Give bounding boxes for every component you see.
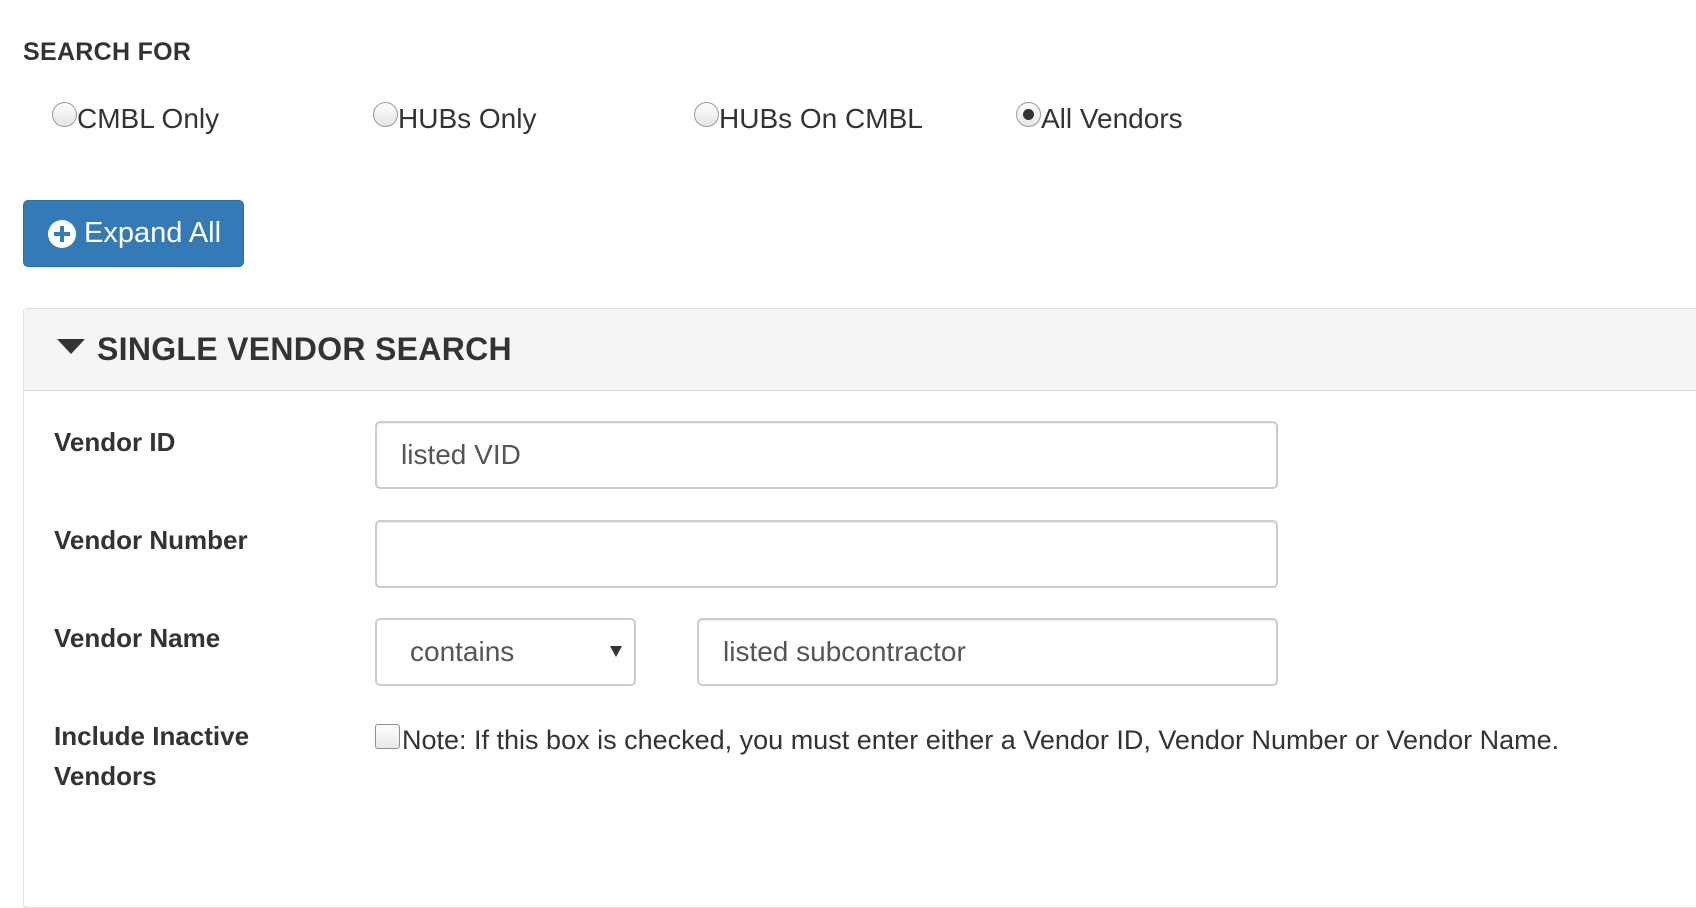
radio-hubs-only[interactable]: HUBs Only	[373, 102, 536, 135]
plus-circle-icon	[48, 219, 76, 248]
vendor-name-input[interactable]	[697, 618, 1278, 686]
expand-all-label: Expand All	[84, 217, 222, 249]
vendor-number-label: Vendor Number	[54, 525, 248, 555]
radio-label[interactable]: All Vendors	[1041, 103, 1183, 135]
include-inactive-checkbox[interactable]	[375, 724, 400, 749]
include-inactive-label-line1: Include Inactive	[54, 721, 250, 751]
single-vendor-search-panel: SINGLE VENDOR SEARCH	[23, 308, 1696, 908]
radio-button[interactable]	[373, 102, 398, 127]
vendor-name-label: Vendor Name	[54, 623, 221, 653]
vendor-id-label: Vendor ID	[54, 427, 176, 457]
radio-label[interactable]: HUBs On CMBL	[719, 103, 923, 135]
radio-label[interactable]: HUBs Only	[398, 103, 536, 135]
radio-all-vendors[interactable]: All Vendors	[1016, 102, 1183, 135]
dropdown-arrow-icon	[610, 646, 622, 657]
search-for-title: SEARCH FOR	[23, 38, 192, 66]
vendor-name-operator-select[interactable]: contains	[375, 618, 636, 686]
panel-heading[interactable]: SINGLE VENDOR SEARCH	[24, 309, 1696, 391]
panel-title[interactable]: SINGLE VENDOR SEARCH	[97, 331, 512, 368]
include-inactive-note: Note: If this box is checked, you must e…	[402, 725, 1560, 755]
select-value: contains	[410, 636, 515, 667]
include-inactive-label-line2: Vendors	[54, 761, 157, 791]
caret-down-icon[interactable]	[57, 339, 85, 354]
radio-button[interactable]	[52, 102, 77, 127]
expand-all-button[interactable]: Expand All	[23, 200, 244, 267]
vendor-number-input[interactable]	[375, 520, 1278, 588]
radio-cmbl-only[interactable]: CMBL Only	[52, 102, 219, 135]
include-inactive-label: Include Inactive Vendors	[54, 716, 249, 796]
radio-label[interactable]: CMBL Only	[77, 103, 219, 135]
radio-hubs-on-cmbl[interactable]: HUBs On CMBL	[694, 102, 923, 135]
vendor-id-input[interactable]	[375, 421, 1278, 489]
radio-button-selected[interactable]	[1016, 102, 1041, 127]
radio-button[interactable]	[694, 102, 719, 127]
